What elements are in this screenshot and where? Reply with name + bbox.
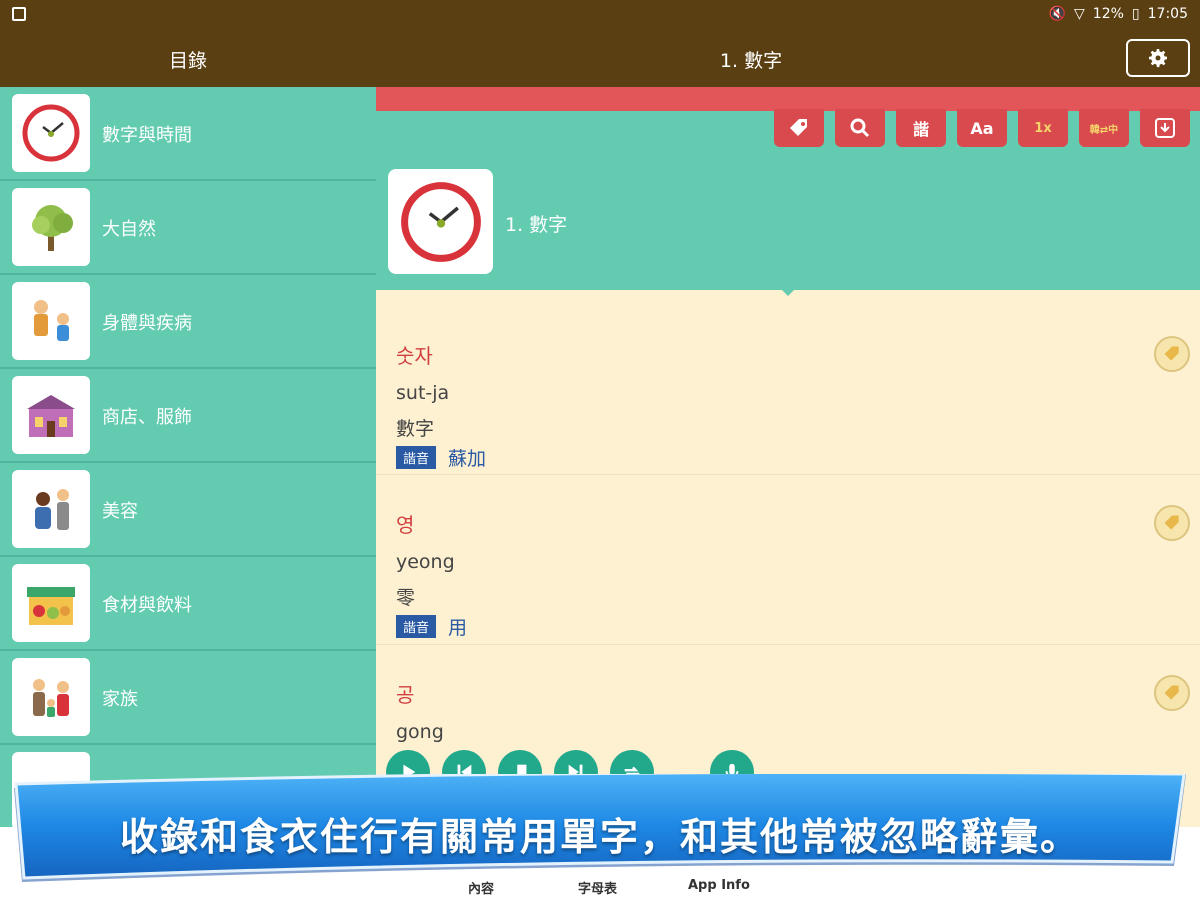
tag-icon	[1164, 346, 1179, 361]
red-strip	[376, 87, 1200, 111]
chinese-meaning: 零	[396, 587, 416, 609]
category-item-body-illness[interactable]: 身體與疾病	[0, 275, 376, 369]
bottom-tab-bar: 內容 字母表 App Info	[0, 870, 1200, 900]
salon-icon	[12, 470, 90, 548]
search-icon	[850, 118, 870, 138]
chinese-meaning: 數字	[396, 418, 435, 440]
bookmark-button[interactable]	[1154, 336, 1190, 372]
pronunciation-icon: 諧	[912, 120, 929, 139]
language-swap-icon: 韓⇄中	[1089, 124, 1119, 136]
category-label: 美容	[102, 501, 138, 522]
korean-word: 공	[396, 683, 415, 707]
caret-pointer	[778, 286, 798, 296]
category-item-family[interactable]: 家族	[0, 651, 376, 745]
tag-button[interactable]	[774, 109, 824, 147]
chapter-clock-icon	[388, 169, 493, 274]
toc-title: 目錄	[168, 50, 207, 72]
category-label: 身體與疾病	[102, 313, 192, 334]
category-label: 家族	[102, 689, 138, 710]
battery-icon: ▯	[1131, 6, 1140, 22]
search-button[interactable]	[835, 109, 885, 147]
wifi-icon: ▽	[1074, 6, 1085, 22]
category-label: 商店、服飾	[102, 407, 192, 428]
tree-icon	[12, 188, 90, 266]
category-item-food-drinks[interactable]: 食材與飲料	[0, 557, 376, 651]
tab-alphabet[interactable]: 字母表	[578, 878, 617, 897]
word-entry[interactable]: 숫자 sut-ja 數字 諧音 蘇加	[376, 300, 1200, 475]
notification-icon	[12, 7, 26, 21]
download-button[interactable]	[1140, 109, 1190, 147]
chapter-name: 1. 數字	[505, 214, 568, 236]
gear-icon	[1149, 49, 1167, 68]
romanization: gong	[396, 721, 444, 743]
category-item-nature[interactable]: 大自然	[0, 181, 376, 275]
grocery-icon	[12, 564, 90, 642]
category-item-beauty[interactable]: 美容	[0, 463, 376, 557]
tag-icon	[790, 119, 807, 136]
bookmark-button[interactable]	[1154, 675, 1190, 711]
category-item-numbers-time[interactable]: 數字與時間	[0, 87, 376, 181]
pronunciation-label: 諧音	[396, 615, 437, 638]
tab-app-info[interactable]: App Info	[688, 878, 750, 893]
banner-text: 收錄和食衣住行有關常用單字，和其他常被忽略辭彙。	[119, 815, 1080, 859]
category-sidebar[interactable]: 數字與時間 大自然 身體與疾病 商店、服飾 美容 食材與飲料 家族	[0, 87, 376, 827]
korean-word: 영	[396, 513, 415, 537]
pronunciation-text: 用	[448, 617, 468, 639]
language-swap-button[interactable]: 韓⇄中	[1079, 109, 1129, 147]
word-list-panel[interactable]: 諧 Aa 1x 韓⇄中 1. 數字 숫자 sut-ja 數字 諧音 蘇加 영 y…	[376, 87, 1200, 827]
tab-content[interactable]: 內容	[468, 878, 494, 897]
pronunciation-button[interactable]: 諧	[896, 109, 946, 147]
download-icon	[1155, 118, 1175, 138]
category-item-shop-clothing[interactable]: 商店、服飾	[0, 369, 376, 463]
clock-time: 17:05	[1147, 6, 1188, 22]
family-icon	[12, 658, 90, 736]
pronunciation-label: 諧音	[396, 446, 437, 469]
category-label: 數字與時間	[102, 125, 192, 146]
romanization: yeong	[396, 551, 455, 573]
word-entry[interactable]: 영 yeong 零 諧音 用	[376, 475, 1200, 645]
mute-icon: 🔇	[1048, 6, 1067, 22]
chapter-header: 諧 Aa 1x 韓⇄中 1. 數字	[376, 87, 1200, 290]
category-label: 大自然	[102, 219, 156, 240]
korean-word: 숫자	[396, 344, 433, 368]
battery-level: 12%	[1092, 6, 1124, 22]
people-icon	[12, 282, 90, 360]
settings-button[interactable]	[1126, 39, 1190, 77]
bookmark-button[interactable]	[1154, 505, 1190, 541]
status-bar: 🔇 ▽ 12% ▯ 17:05	[0, 0, 1200, 30]
pronunciation-text: 蘇加	[448, 448, 487, 470]
romanization: sut-ja	[396, 382, 450, 404]
app-header: 目錄 1. 數字	[0, 30, 1200, 87]
font-size-button[interactable]: Aa	[957, 109, 1007, 147]
speed-button[interactable]: 1x	[1018, 109, 1068, 147]
tag-icon	[1164, 515, 1179, 530]
category-label: 食材與飲料	[102, 595, 192, 616]
shop-icon	[12, 376, 90, 454]
tag-icon	[1164, 685, 1179, 700]
clock-icon	[12, 94, 90, 172]
chapter-title: 1. 數字	[719, 50, 783, 72]
toolbar: 諧 Aa 1x 韓⇄中	[774, 109, 1190, 147]
promo-banner: 收錄和食衣住行有關常用單字，和其他常被忽略辭彙。	[14, 770, 1186, 882]
status-right: 🔇 ▽ 12% ▯ 17:05	[1049, 6, 1188, 22]
font-size-icon: Aa	[970, 118, 994, 138]
speed-icon: 1x	[1034, 120, 1052, 136]
